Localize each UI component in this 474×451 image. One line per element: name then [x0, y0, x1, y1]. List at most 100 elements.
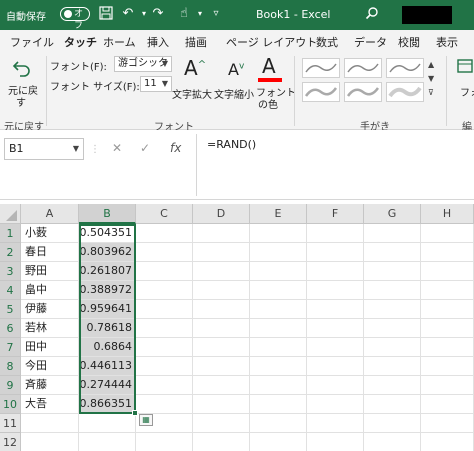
shrink-font-button[interactable]: Av 文字縮小 — [214, 54, 254, 104]
row-header[interactable]: 9 — [0, 376, 21, 395]
empty-cell[interactable] — [21, 414, 79, 433]
ink-style-3[interactable] — [386, 58, 424, 78]
empty-cell[interactable] — [193, 433, 250, 451]
empty-cell[interactable] — [307, 376, 364, 395]
column-header-h[interactable]: H — [421, 204, 474, 224]
redo-icon[interactable]: ↷ — [150, 6, 166, 22]
row-header[interactable]: 11 — [0, 414, 21, 433]
empty-cell[interactable] — [364, 414, 421, 433]
empty-cell[interactable] — [421, 300, 474, 319]
empty-cell[interactable] — [421, 281, 474, 300]
empty-cell[interactable] — [250, 395, 307, 414]
name-cell[interactable]: 斉藤 — [21, 376, 79, 395]
name-cell[interactable]: 今田 — [21, 357, 79, 376]
name-cell[interactable]: 田中 — [21, 338, 79, 357]
empty-cell[interactable] — [136, 281, 193, 300]
empty-cell[interactable] — [307, 319, 364, 338]
empty-cell[interactable] — [250, 338, 307, 357]
undo-button[interactable]: 元に戻 す — [8, 56, 38, 109]
ink-style-1[interactable] — [302, 58, 340, 78]
touch-dropdown-icon[interactable]: ▾ — [192, 6, 208, 22]
autosave-toggle[interactable]: オフ — [60, 7, 90, 31]
empty-cell[interactable] — [421, 319, 474, 338]
empty-cell[interactable] — [421, 414, 474, 433]
empty-cell[interactable] — [193, 357, 250, 376]
name-cell[interactable]: 若林 — [21, 319, 79, 338]
empty-cell[interactable] — [136, 319, 193, 338]
empty-cell[interactable] — [364, 224, 421, 243]
customize-qat-icon[interactable]: ▿ — [208, 6, 224, 22]
name-cell[interactable]: 野田 — [21, 262, 79, 281]
font-size-select[interactable]: 11 ▼ — [140, 76, 172, 92]
tab-draw[interactable]: 描画 — [185, 34, 207, 50]
empty-cell[interactable] — [250, 414, 307, 433]
ink-more-icon[interactable]: ⊽ — [428, 88, 434, 97]
empty-cell[interactable] — [193, 414, 250, 433]
random-value-cell[interactable]: 0.803962 — [79, 243, 136, 262]
font-name-select[interactable]: 游ゴシック ▼ — [114, 56, 172, 72]
empty-cell[interactable] — [250, 281, 307, 300]
fill-handle[interactable] — [132, 410, 138, 416]
empty-cell[interactable] — [136, 395, 193, 414]
tab-page-layout[interactable]: ページ レイアウト — [226, 34, 317, 50]
name-cell[interactable]: 大吾 — [21, 395, 79, 414]
empty-cell[interactable] — [364, 319, 421, 338]
empty-cell[interactable] — [136, 243, 193, 262]
tab-review[interactable]: 校閲 — [398, 34, 420, 50]
empty-cell[interactable] — [193, 300, 250, 319]
row-header[interactable]: 6 — [0, 319, 21, 338]
name-box[interactable]: B1 ▼ — [4, 138, 84, 160]
row-header[interactable]: 3 — [0, 262, 21, 281]
cancel-icon[interactable]: ✕ — [112, 141, 122, 155]
row-header[interactable]: 8 — [0, 357, 21, 376]
undo-icon[interactable]: ↶ — [120, 6, 136, 22]
empty-cell[interactable] — [79, 414, 136, 433]
empty-cell[interactable] — [193, 395, 250, 414]
empty-cell[interactable] — [136, 224, 193, 243]
search-icon[interactable] — [364, 6, 380, 22]
empty-cell[interactable] — [136, 433, 193, 451]
empty-cell[interactable] — [364, 262, 421, 281]
empty-cell[interactable] — [307, 300, 364, 319]
name-cell[interactable]: 小薮 — [21, 224, 79, 243]
empty-cell[interactable] — [421, 376, 474, 395]
empty-cell[interactable] — [136, 376, 193, 395]
random-value-cell[interactable]: 0.866351 — [79, 395, 136, 414]
row-header[interactable]: 10 — [0, 395, 21, 414]
empty-cell[interactable] — [364, 243, 421, 262]
random-value-cell[interactable]: 0.261807 — [79, 262, 136, 281]
random-value-cell[interactable]: 0.959641 — [79, 300, 136, 319]
random-value-cell[interactable]: 0.388972 — [79, 281, 136, 300]
insert-function-icon[interactable]: fx — [170, 141, 181, 155]
ink-style-5[interactable] — [344, 82, 382, 102]
drag-handle-icon[interactable]: ⋮ — [90, 144, 100, 155]
empty-cell[interactable] — [250, 224, 307, 243]
random-value-cell[interactable]: 0.446113 — [79, 357, 136, 376]
ink-style-6[interactable] — [386, 82, 424, 102]
empty-cell[interactable] — [250, 300, 307, 319]
tab-view[interactable]: 表示 — [436, 34, 458, 50]
empty-cell[interactable] — [364, 395, 421, 414]
empty-cell[interactable] — [307, 395, 364, 414]
empty-cell[interactable] — [250, 262, 307, 281]
empty-cell[interactable] — [421, 243, 474, 262]
tab-touch[interactable]: タッチ — [64, 34, 97, 54]
empty-cell[interactable] — [193, 224, 250, 243]
row-header[interactable]: 7 — [0, 338, 21, 357]
empty-cell[interactable] — [364, 376, 421, 395]
row-header[interactable]: 5 — [0, 300, 21, 319]
row-header[interactable]: 2 — [0, 243, 21, 262]
empty-cell[interactable] — [193, 376, 250, 395]
column-header-a[interactable]: A — [21, 204, 79, 224]
column-header-e[interactable]: E — [250, 204, 307, 224]
tab-data[interactable]: データ — [354, 34, 387, 50]
empty-cell[interactable] — [364, 281, 421, 300]
empty-cell[interactable] — [364, 357, 421, 376]
empty-cell[interactable] — [421, 395, 474, 414]
empty-cell[interactable] — [250, 357, 307, 376]
empty-cell[interactable] — [307, 338, 364, 357]
column-header-g[interactable]: G — [364, 204, 421, 224]
empty-cell[interactable] — [193, 338, 250, 357]
empty-cell[interactable] — [307, 414, 364, 433]
column-header-b[interactable]: B — [79, 204, 136, 224]
